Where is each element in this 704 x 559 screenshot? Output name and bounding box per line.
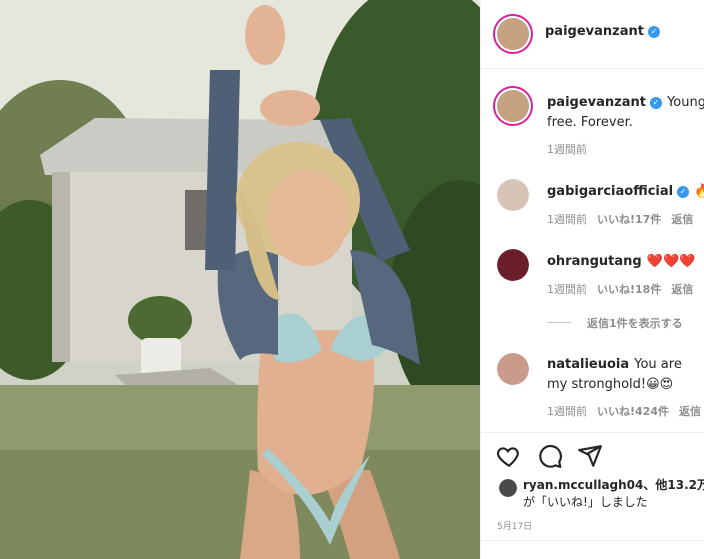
comment-text: ❤️❤️❤️ xyxy=(646,254,696,269)
caption-avatar[interactable] xyxy=(493,86,533,126)
post-side-panel: paigevanzant✓ paigevanzant✓ Young, free.… xyxy=(480,0,704,559)
post-photo[interactable] xyxy=(0,0,480,559)
caption-time[interactable]: 1週間前 xyxy=(547,141,587,157)
likes-line: が「いいね!」しました xyxy=(523,495,648,509)
share-icon[interactable] xyxy=(577,443,603,469)
comment-likes[interactable]: いいね!18件 xyxy=(597,283,661,296)
caption-username[interactable]: paigevanzant ✓ xyxy=(547,95,662,110)
view-replies-link[interactable]: 返信1件を表示する xyxy=(587,315,683,331)
comment-username[interactable]: natalieuoia xyxy=(547,357,629,372)
comment-icon[interactable] xyxy=(537,443,563,469)
comment-time[interactable]: 1週間前 xyxy=(547,283,587,296)
likes-summary[interactable]: ryan.mccullagh04、他13.2万人 が「いいね!」しました xyxy=(497,477,704,511)
author-username[interactable]: paigevanzant ✓ xyxy=(545,24,660,39)
comment-likes[interactable]: いいね!17件 xyxy=(597,213,661,226)
comment-time[interactable]: 1週間前 xyxy=(547,213,587,226)
comment-meta: 1週間前 いいね!17件 返信 xyxy=(547,211,703,227)
verified-icon: ✓ xyxy=(647,26,660,38)
likes-line: ryan.mccullagh04、他13.2万人 xyxy=(523,478,704,492)
comment-avatar[interactable] xyxy=(497,249,529,281)
comment-reply-button[interactable]: 返信 xyxy=(679,405,701,418)
comment-time[interactable]: 1週間前 xyxy=(547,405,587,418)
heart-icon[interactable] xyxy=(496,443,522,469)
comment-username[interactable]: gabigarciaofficial ✓ xyxy=(547,184,690,199)
comment-meta: 1週間前 いいね!18件 返信 xyxy=(547,281,703,297)
comment-avatar[interactable] xyxy=(497,353,529,385)
comment-likes[interactable]: いいね!424件 xyxy=(597,405,669,418)
comment-item: natalieuoia You are my stronghold!😀😍 xyxy=(547,354,697,394)
comment-avatar[interactable] xyxy=(497,179,529,211)
comment-meta: 1週間前 いいね!424件 返信 xyxy=(547,403,704,419)
action-bar: ryan.mccullagh04、他13.2万人 が「いいね!」しました 5月1… xyxy=(481,432,704,559)
comment-item: ohrangutang ❤️❤️❤️ xyxy=(547,250,704,269)
author-avatar[interactable] xyxy=(493,14,533,54)
post-date[interactable]: 5月17日 xyxy=(497,519,532,532)
comment-reply-button[interactable]: 返信 xyxy=(671,283,693,296)
verified-icon: ✓ xyxy=(649,97,662,109)
comment-text: 🔥🔥 xyxy=(694,184,704,199)
post-header: paigevanzant ✓ xyxy=(481,0,704,69)
comment-reply-button[interactable]: 返信 xyxy=(671,213,693,226)
comment-item: gabigarciaofficial✓ 🔥🔥 xyxy=(547,180,704,199)
comment-username[interactable]: ohrangutang xyxy=(547,254,642,269)
replies-divider xyxy=(547,322,571,323)
verified-icon: ✓ xyxy=(677,186,690,198)
caption-text-block: paigevanzant✓ Young, free. Forever. xyxy=(547,92,704,132)
divider xyxy=(481,540,704,541)
